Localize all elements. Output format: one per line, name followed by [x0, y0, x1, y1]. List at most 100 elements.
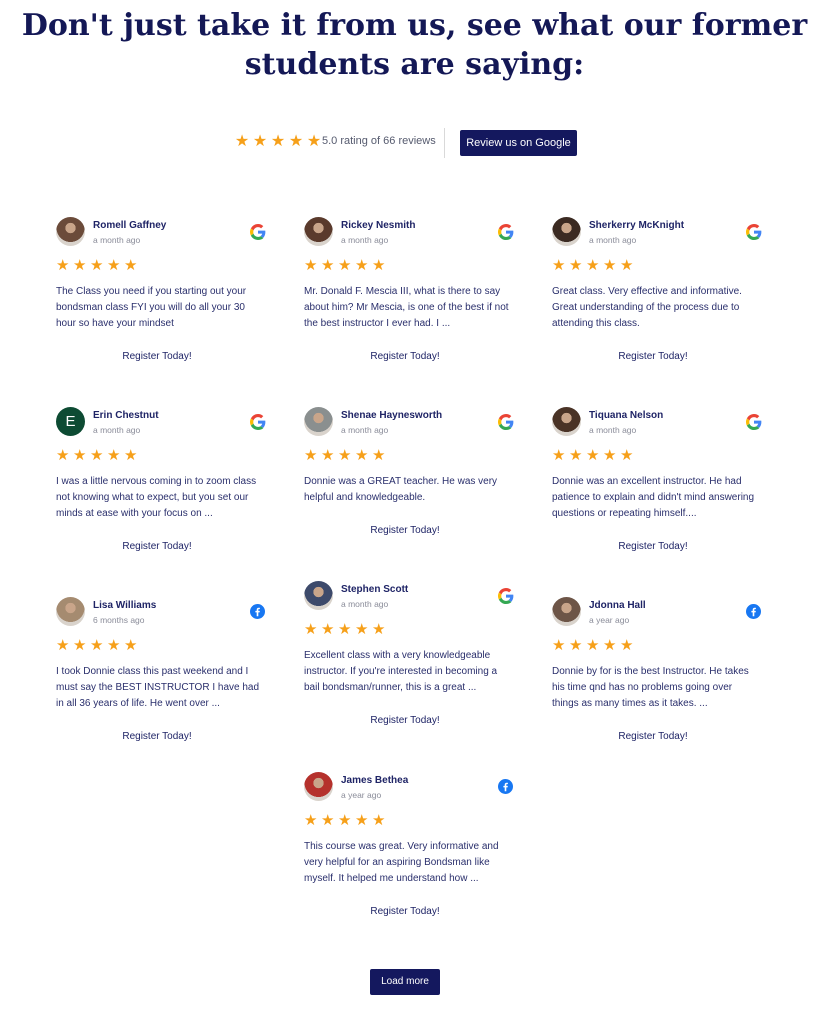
review-text: Mr. Donald F. Mescia III, what is there … — [304, 286, 509, 330]
star-icon: ★ — [620, 257, 634, 274]
facebook-icon[interactable] — [250, 604, 266, 620]
star-icon: ★ — [270, 133, 286, 150]
review-date: a month ago — [341, 235, 389, 245]
star-icon: ★ — [586, 637, 600, 654]
google-icon[interactable] — [250, 414, 266, 430]
facebook-icon[interactable] — [746, 604, 762, 620]
star-icon: ★ — [586, 257, 600, 274]
avatar — [304, 772, 333, 801]
google-icon[interactable] — [746, 414, 762, 430]
star-icon: ★ — [355, 257, 369, 274]
star-icon: ★ — [90, 257, 104, 274]
star-icon: ★ — [73, 257, 87, 274]
load-more-button[interactable]: Load more — [370, 969, 440, 995]
register-today-link[interactable]: Register Today! — [552, 731, 754, 742]
reviewer-name[interactable]: Stephen Scott — [341, 584, 408, 595]
reviewer-name[interactable]: Sherkerry McKnight — [589, 220, 684, 231]
star-icon: ★ — [569, 637, 583, 654]
google-icon[interactable] — [746, 224, 762, 240]
heading-line-1: Don't just take it from us, see what our… — [21, 8, 808, 43]
register-today-link[interactable]: Register Today! — [304, 351, 506, 362]
star-icon: ★ — [552, 637, 566, 654]
review-date: a month ago — [589, 235, 637, 245]
star-icon: ★ — [603, 637, 617, 654]
review-stars: ★ ★ ★ ★ ★ — [304, 811, 389, 831]
page-heading: Don't just take it from us, see what our… — [0, 6, 829, 84]
review-text: Donnie was an excellent instructor. He h… — [552, 476, 755, 520]
review-stars: ★ ★ ★ ★ ★ — [552, 636, 637, 656]
register-today-link[interactable]: Register Today! — [56, 541, 258, 552]
reviewer-name[interactable]: Jdonna Hall — [589, 600, 646, 611]
star-icon: ★ — [124, 447, 138, 464]
star-icon: ★ — [569, 257, 583, 274]
review-text: I was a little nervous coming in to zoom… — [56, 476, 257, 520]
star-icon: ★ — [620, 637, 634, 654]
star-icon: ★ — [124, 257, 138, 274]
register-today-link[interactable]: Register Today! — [304, 906, 506, 917]
review-stars: ★ ★ ★ ★ ★ — [304, 256, 389, 276]
review-date: a month ago — [341, 599, 389, 609]
star-icon: ★ — [620, 447, 634, 464]
star-icon: ★ — [107, 447, 121, 464]
reviewer-name[interactable]: Rickey Nesmith — [341, 220, 415, 231]
register-today-link[interactable]: Register Today! — [552, 351, 754, 362]
avatar — [56, 217, 85, 246]
review-stars: ★ ★ ★ ★ ★ — [56, 446, 141, 466]
avatar — [304, 407, 333, 436]
reviewer-name[interactable]: Shenae Haynesworth — [341, 410, 442, 421]
google-icon[interactable] — [250, 224, 266, 240]
register-today-link[interactable]: Register Today! — [304, 525, 506, 536]
register-today-link[interactable]: Register Today! — [552, 541, 754, 552]
avatar — [552, 217, 581, 246]
reviewer-name[interactable]: Romell Gaffney — [93, 220, 166, 231]
star-icon: ★ — [252, 133, 268, 150]
star-icon: ★ — [107, 257, 121, 274]
star-icon: ★ — [56, 257, 70, 274]
avatar: E — [56, 407, 85, 436]
reviewer-name[interactable]: James Bethea — [341, 775, 408, 786]
star-icon: ★ — [603, 257, 617, 274]
review-card: Romell Gaffney a month ago ★ ★ ★ ★ ★ The Class … — [56, 217, 266, 365]
rating-text: 5.0 rating of 66 reviews — [322, 135, 436, 147]
star-icon: ★ — [569, 447, 583, 464]
star-icon: ★ — [338, 621, 352, 638]
reviewer-name[interactable]: Lisa Williams — [93, 600, 156, 611]
star-icon: ★ — [73, 447, 87, 464]
review-stars: ★ ★ ★ ★ ★ — [552, 446, 637, 466]
heading-line-2: students are saying: — [244, 47, 585, 82]
review-us-on-google-button[interactable]: Review us on Google — [460, 130, 577, 156]
reviewer-name[interactable]: Erin Chestnut — [93, 410, 159, 421]
star-icon: ★ — [304, 447, 318, 464]
register-today-link[interactable]: Register Today! — [304, 715, 506, 726]
star-icon: ★ — [355, 447, 369, 464]
review-stars: ★ ★ ★ ★ ★ — [304, 620, 389, 640]
google-icon[interactable] — [498, 224, 514, 240]
star-icon: ★ — [321, 812, 335, 829]
star-icon: ★ — [288, 133, 304, 150]
google-icon[interactable] — [498, 414, 514, 430]
star-icon: ★ — [321, 257, 335, 274]
review-stars: ★ ★ ★ ★ ★ — [304, 446, 389, 466]
register-today-link[interactable]: Register Today! — [56, 351, 258, 362]
avatar — [304, 217, 333, 246]
review-date: a month ago — [93, 425, 141, 435]
star-icon: ★ — [304, 621, 318, 638]
reviewer-name[interactable]: Tiquana Nelson — [589, 410, 663, 421]
review-date: a month ago — [589, 425, 637, 435]
facebook-icon[interactable] — [498, 779, 514, 795]
star-icon: ★ — [372, 257, 386, 274]
star-icon: ★ — [321, 621, 335, 638]
review-date: a year ago — [341, 790, 382, 800]
google-icon[interactable] — [498, 588, 514, 604]
review-text: This course was great. Very informative … — [304, 841, 499, 885]
star-icon: ★ — [355, 812, 369, 829]
star-icon: ★ — [124, 637, 138, 654]
register-today-link[interactable]: Register Today! — [56, 731, 258, 742]
review-text: Great class. Very effective and informat… — [552, 286, 742, 330]
star-icon: ★ — [372, 621, 386, 638]
review-text: Excellent class with a very knowledgeabl… — [304, 650, 498, 694]
review-date: a month ago — [93, 235, 141, 245]
review-card: Rickey Nesmith a month ago ★ ★ ★ ★ ★ Mr. Donald… — [304, 217, 514, 365]
star-icon: ★ — [338, 812, 352, 829]
star-icon: ★ — [372, 812, 386, 829]
